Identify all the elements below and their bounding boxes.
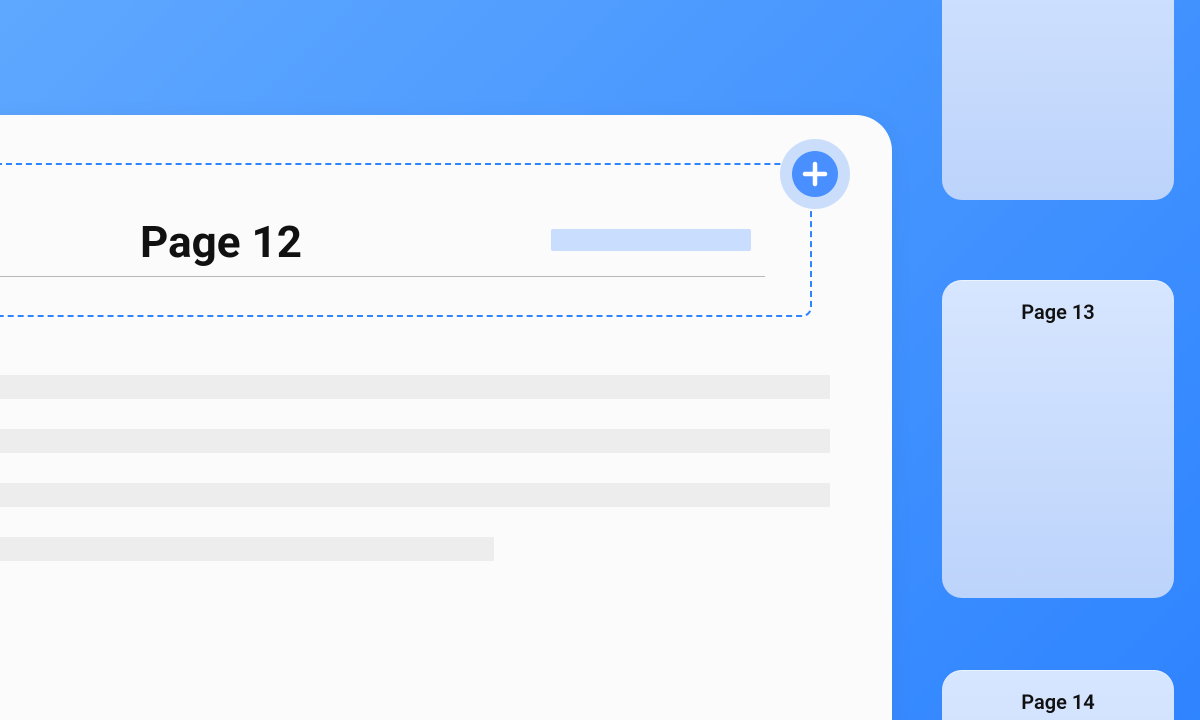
page-thumbnail[interactable] [942, 0, 1174, 200]
text-line [0, 375, 830, 399]
content-placeholder [0, 375, 830, 591]
text-line [0, 429, 830, 453]
canvas: Page 12 Page 13 Page 14 [0, 0, 1200, 720]
title-accent-bar [551, 229, 751, 251]
text-line [0, 537, 494, 561]
title-row: Page 12 [0, 207, 765, 277]
text-line [0, 483, 830, 507]
page-thumbnail-label: Page 14 [942, 690, 1174, 714]
add-button[interactable] [780, 139, 850, 209]
page-thumbnail-label: Page 13 [942, 300, 1174, 324]
document-card: Page 12 [0, 115, 892, 720]
plus-icon [792, 151, 838, 197]
page-thumbnail[interactable]: Page 14 [942, 670, 1174, 720]
page-title: Page 12 [140, 216, 302, 268]
page-thumbnail[interactable]: Page 13 [942, 280, 1174, 598]
